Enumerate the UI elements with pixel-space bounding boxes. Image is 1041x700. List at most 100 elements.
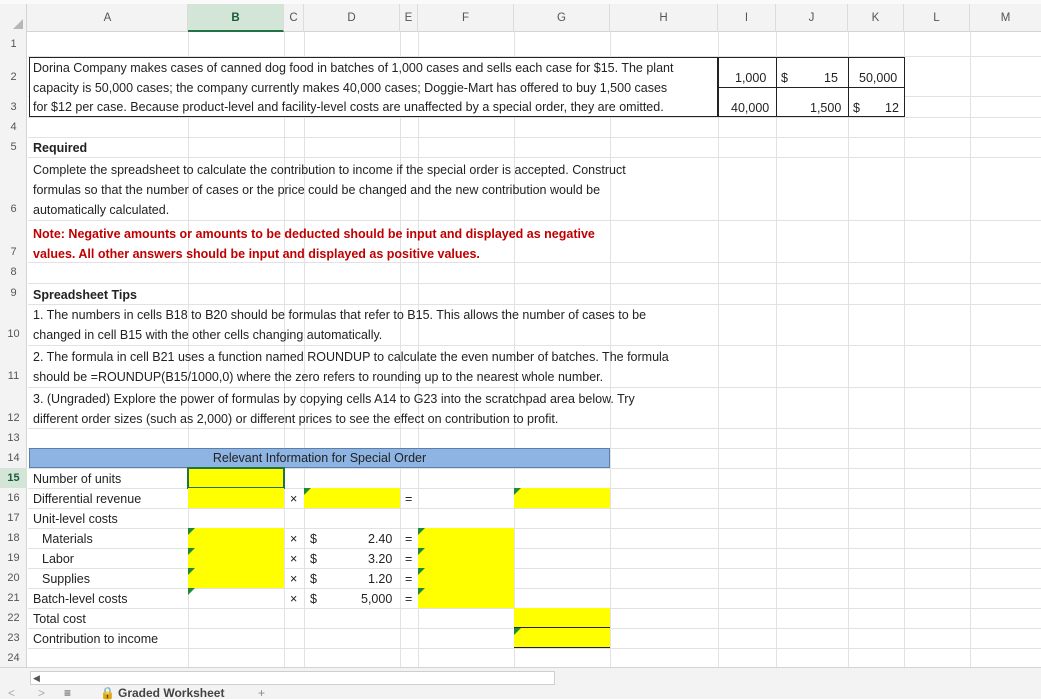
column-header-g[interactable]: G [514,4,610,32]
row-header-9[interactable]: 9 [0,287,27,299]
row-header-21[interactable]: 21 [0,592,27,604]
row-header-20[interactable]: 20 [0,572,27,584]
label-materials: Materials [42,532,93,546]
sum-border [514,627,610,628]
row-header-17[interactable]: 17 [0,512,27,524]
column-header-e[interactable]: E [400,4,418,32]
intro-line-2: capacity is 50,000 cases; the company cu… [33,81,668,95]
row-header-4[interactable]: 4 [0,121,27,133]
next-sheet-icon[interactable]: > [38,686,45,700]
prev-sheet-icon[interactable]: < [8,686,15,700]
input-revenue-price[interactable] [304,488,400,508]
grid-line [28,508,1041,509]
add-sheet-button[interactable]: + [258,686,265,700]
row-header-14[interactable]: 14 [0,452,27,464]
intro-line-3: for $12 per case. Because product-level … [33,100,664,114]
grid-line [718,87,905,88]
input-total-and-contribution[interactable] [514,608,610,648]
rate-supplies: 1.20 [368,572,393,586]
column-header-b[interactable]: B [188,4,284,32]
row-header-24[interactable]: 24 [0,652,27,664]
row-header-6[interactable]: 6 [0,203,27,215]
label-unit-level-costs: Unit-level costs [33,512,118,526]
error-indicator-icon [188,568,195,575]
required-heading: Required [33,141,88,155]
times-sign: × [290,492,298,506]
tip-3-line-2: different order sizes (such as 2,000) or… [33,412,559,426]
grid-line [848,32,849,667]
grid-line [718,32,719,667]
column-header-j[interactable]: J [776,4,848,32]
dollar-sign: $ [310,572,317,586]
grid-line [28,568,1041,569]
times-sign: × [290,572,298,586]
row-header-13[interactable]: 13 [0,432,27,444]
column-header-c[interactable]: C [284,4,304,32]
row-header-11[interactable]: 11 [0,370,27,382]
scroll-left-icon[interactable]: ◀ [33,673,40,684]
column-header-a[interactable]: A [28,4,188,32]
given-batch-size[interactable]: 1,000 [735,70,766,86]
given-special-order-cases[interactable]: 1,500 [810,100,841,116]
grid-line [904,32,905,667]
column-header-h[interactable]: H [610,4,718,32]
table-banner: Relevant Information for Special Order [29,448,610,468]
times-sign: × [290,532,298,546]
column-header-f[interactable]: F [418,4,514,32]
error-indicator-icon [188,528,195,535]
given-special-price[interactable]: 12 [885,100,899,116]
active-cell-b15[interactable] [187,467,285,489]
row-header-2[interactable]: 2 [0,71,27,83]
row-header-22[interactable]: 22 [0,612,27,624]
column-header-m[interactable]: M [970,4,1041,32]
grid-line [28,387,1041,388]
row-header-23[interactable]: 23 [0,632,27,644]
column-header-l[interactable]: L [904,4,970,32]
error-indicator-icon [514,488,521,495]
input-unit-cost-quantities[interactable] [188,528,284,588]
tips-heading: Spreadsheet Tips [33,288,137,302]
grid-line [28,648,1041,649]
grid-line [28,548,1041,549]
row-header-8[interactable]: 8 [0,266,27,278]
times-sign: × [290,592,298,606]
dollar-sign: $ [310,532,317,546]
sheet-tab-graded-worksheet[interactable]: Graded Worksheet [118,686,224,700]
row-header-19[interactable]: 19 [0,552,27,564]
tip-2-line-1: 2. The formula in cell B21 uses a functi… [33,350,669,364]
row-header-1[interactable]: 1 [0,38,27,50]
input-revenue-units[interactable] [188,488,284,508]
select-all-icon [13,19,23,29]
grid-line [28,528,1041,529]
row-header-18[interactable]: 18 [0,532,27,544]
column-header-k[interactable]: K [848,4,904,32]
label-labor: Labor [42,552,74,566]
sheet-menu-icon[interactable]: ≡ [64,686,71,700]
row-header-7[interactable]: 7 [0,246,27,258]
column-header-i[interactable]: I [718,4,776,32]
given-price[interactable]: 15 [824,70,838,86]
input-cost-amounts[interactable] [418,528,514,608]
given-capacity[interactable]: 50,000 [859,70,897,86]
row-header-15[interactable]: 15 [0,468,27,488]
lock-icon: 🔒 [100,686,115,700]
required-line-2: formulas so that the number of cases or … [33,183,601,197]
grid-line [28,345,1041,346]
row-header-12[interactable]: 12 [0,412,27,424]
row-header-3[interactable]: 3 [0,101,27,113]
tip-1-line-2: changed in cell B15 with the other cells… [33,328,383,342]
row-header-16[interactable]: 16 [0,492,27,504]
dollar-sign: $ [310,592,317,606]
column-header-d[interactable]: D [304,4,400,32]
given-current-production[interactable]: 40,000 [731,100,769,116]
label-contribution-to-income: Contribution to income [33,632,159,646]
input-differential-revenue[interactable] [514,488,610,508]
horizontal-scrollbar[interactable]: ◀ [30,671,555,685]
select-all-corner[interactable] [0,4,27,32]
grid-line [28,428,1041,429]
row-header-5[interactable]: 5 [0,141,27,153]
note-line-1: Note: Negative amounts or amounts to be … [33,227,595,241]
times-sign: × [290,552,298,566]
row-header-10[interactable]: 10 [0,328,27,340]
grid-line [28,220,1041,221]
